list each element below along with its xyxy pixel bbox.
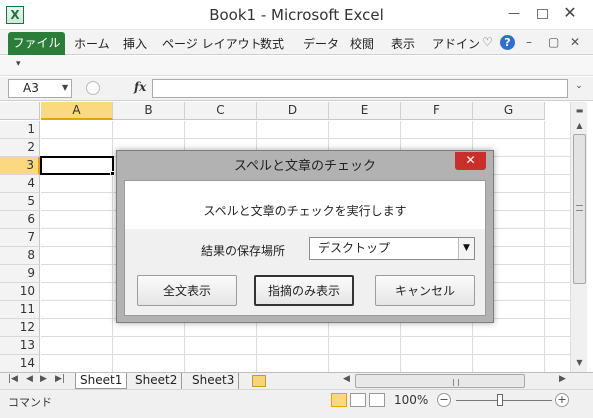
ribbon-tab-bar: ファイル ホーム 挿入 ページ レイアウト 数式 データ 校閲 表示 アドイン … bbox=[0, 30, 593, 55]
tab-addins[interactable]: アドイン bbox=[432, 35, 480, 52]
help-icon[interactable]: ? bbox=[500, 35, 515, 50]
tab-insert[interactable]: 挿入 bbox=[123, 35, 147, 52]
row-header-14[interactable]: 14 bbox=[0, 355, 40, 373]
column-header-f[interactable]: F bbox=[401, 102, 473, 120]
zoom-out-icon[interactable]: − bbox=[437, 393, 451, 407]
row-header-4[interactable]: 4 bbox=[0, 175, 40, 193]
sheet-tab-bar: |◀ ◀ ▶ ▶| Sheet1 Sheet2 Sheet3 ◀ ▶ bbox=[0, 372, 593, 389]
split-box-icon[interactable]: ▬ bbox=[573, 104, 586, 117]
dialog-title: スペルと文章のチェック bbox=[233, 159, 377, 174]
quick-access-toolbar: ▾ bbox=[0, 56, 593, 76]
column-header-e[interactable]: E bbox=[329, 102, 401, 120]
workbook-close-icon[interactable]: ✕ bbox=[570, 35, 580, 49]
dialog-body: スペルと文章のチェックを実行します 結果の保存場所 デスクトップ ▼ 全文表示 … bbox=[124, 180, 486, 316]
vertical-scroll-thumb[interactable] bbox=[573, 134, 586, 284]
tab-file[interactable]: ファイル bbox=[8, 32, 65, 55]
maximize-icon[interactable] bbox=[537, 9, 548, 19]
column-header-b[interactable]: B bbox=[113, 102, 185, 120]
close-icon[interactable]: ✕ bbox=[560, 5, 580, 22]
save-location-label: 結果の保存場所 bbox=[201, 244, 286, 258]
row-header-9[interactable]: 9 bbox=[0, 265, 40, 283]
sheet-tab-sheet1[interactable]: Sheet1 bbox=[75, 373, 128, 389]
sheet-tab-sheet3[interactable]: Sheet3 bbox=[188, 373, 240, 389]
zoom-in-icon[interactable]: + bbox=[555, 393, 569, 407]
row-header-2[interactable]: 2 bbox=[0, 139, 40, 157]
status-bar: コマンド 100% − + bbox=[0, 389, 593, 418]
row-header-7[interactable]: 7 bbox=[0, 229, 40, 247]
show-all-button[interactable]: 全文表示 bbox=[137, 275, 237, 306]
scroll-left-icon[interactable]: ◀ bbox=[343, 374, 350, 384]
tab-data[interactable]: データ bbox=[303, 35, 339, 52]
title-bar: X Book1 - Microsoft Excel — ✕ bbox=[0, 0, 593, 30]
horizontal-scroll-thumb[interactable] bbox=[355, 374, 525, 388]
column-header-c[interactable]: C bbox=[185, 102, 257, 120]
expand-formula-bar-icon[interactable]: ⌄ bbox=[572, 81, 586, 96]
scroll-up-icon[interactable]: ▲ bbox=[573, 119, 586, 132]
formula-bar: A3 ▼ fx ⌄ bbox=[0, 77, 593, 101]
tab-formulas[interactable]: 数式 bbox=[260, 35, 284, 52]
insert-sheet-icon[interactable] bbox=[252, 375, 266, 387]
cancel-button[interactable]: キャンセル bbox=[375, 275, 475, 306]
tab-review[interactable]: 校閲 bbox=[350, 35, 374, 52]
tab-page-layout[interactable]: ページ レイアウト bbox=[162, 35, 262, 52]
row-header-10[interactable]: 10 bbox=[0, 283, 40, 301]
row-header-12[interactable]: 12 bbox=[0, 319, 40, 337]
row-header-1[interactable]: 1 bbox=[0, 121, 40, 139]
workbook-minimize-icon[interactable]: – bbox=[526, 35, 532, 49]
column-header-g[interactable]: G bbox=[473, 102, 545, 120]
name-box-dropdown-icon[interactable]: ▼ bbox=[62, 83, 68, 92]
zoom-slider[interactable] bbox=[456, 400, 552, 401]
sheet-tab-sheet2[interactable]: Sheet2 bbox=[131, 373, 183, 389]
status-mode: コマンド bbox=[8, 396, 52, 409]
prev-sheet-icon[interactable]: ◀ bbox=[26, 374, 33, 384]
zoom-slider-thumb[interactable] bbox=[497, 394, 503, 406]
row-header-11[interactable]: 11 bbox=[0, 301, 40, 319]
insert-function-icon[interactable]: fx bbox=[134, 80, 146, 94]
dialog-options-panel: 結果の保存場所 デスクトップ ▼ 全文表示 指摘のみ表示 キャンセル bbox=[125, 229, 485, 315]
scroll-grip-icon bbox=[453, 379, 459, 386]
last-sheet-icon[interactable]: ▶| bbox=[55, 374, 65, 384]
row-header-3[interactable]: 3 bbox=[0, 157, 40, 175]
dialog-message: スペルと文章のチェックを実行します bbox=[203, 204, 407, 218]
scroll-down-icon[interactable]: ▼ bbox=[573, 356, 586, 369]
row-header-5[interactable]: 5 bbox=[0, 193, 40, 211]
scroll-right-icon[interactable]: ▶ bbox=[559, 374, 566, 384]
scroll-grip-icon bbox=[576, 205, 583, 211]
ribbon-collapse-icon[interactable]: ♡ bbox=[482, 35, 493, 49]
row-header-8[interactable]: 8 bbox=[0, 247, 40, 265]
customize-toolbar-icon[interactable]: ▾ bbox=[16, 59, 21, 69]
dialog-close-button[interactable]: ✕ bbox=[455, 152, 486, 170]
active-cell[interactable] bbox=[40, 156, 114, 175]
chevron-down-icon[interactable]: ▼ bbox=[458, 238, 474, 259]
show-issues-button[interactable]: 指摘のみ表示 bbox=[254, 275, 354, 306]
save-location-value: デスクトップ bbox=[318, 241, 391, 255]
zoom-level[interactable]: 100% bbox=[394, 393, 428, 407]
fill-handle[interactable] bbox=[110, 171, 115, 176]
workbook-restore-icon[interactable]: ▢ bbox=[548, 35, 559, 49]
vertical-scrollbar[interactable]: ▬ ▲ ▼ bbox=[570, 102, 587, 372]
page-break-view-icon[interactable] bbox=[369, 393, 385, 407]
formula-input[interactable] bbox=[152, 79, 568, 98]
select-all-corner[interactable] bbox=[0, 102, 40, 120]
save-location-select[interactable]: デスクトップ ▼ bbox=[309, 237, 475, 260]
page-layout-view-icon[interactable] bbox=[350, 393, 366, 407]
spell-check-dialog: スペルと文章のチェック ✕ スペルと文章のチェックを実行します 結果の保存場所 … bbox=[116, 150, 494, 323]
first-sheet-icon[interactable]: |◀ bbox=[8, 374, 18, 384]
row-header-6[interactable]: 6 bbox=[0, 211, 40, 229]
column-header-a[interactable]: A bbox=[41, 102, 113, 120]
next-sheet-icon[interactable]: ▶ bbox=[40, 374, 47, 384]
formula-bar-divider-icon bbox=[86, 81, 100, 95]
row-header-13[interactable]: 13 bbox=[0, 337, 40, 355]
normal-view-icon[interactable] bbox=[331, 393, 347, 407]
column-header-d[interactable]: D bbox=[257, 102, 329, 120]
tab-home[interactable]: ホーム bbox=[74, 35, 110, 52]
minimize-icon[interactable]: — bbox=[504, 6, 524, 22]
horizontal-scrollbar[interactable]: ◀ ▶ bbox=[343, 374, 571, 388]
tab-view[interactable]: 表示 bbox=[391, 35, 415, 52]
